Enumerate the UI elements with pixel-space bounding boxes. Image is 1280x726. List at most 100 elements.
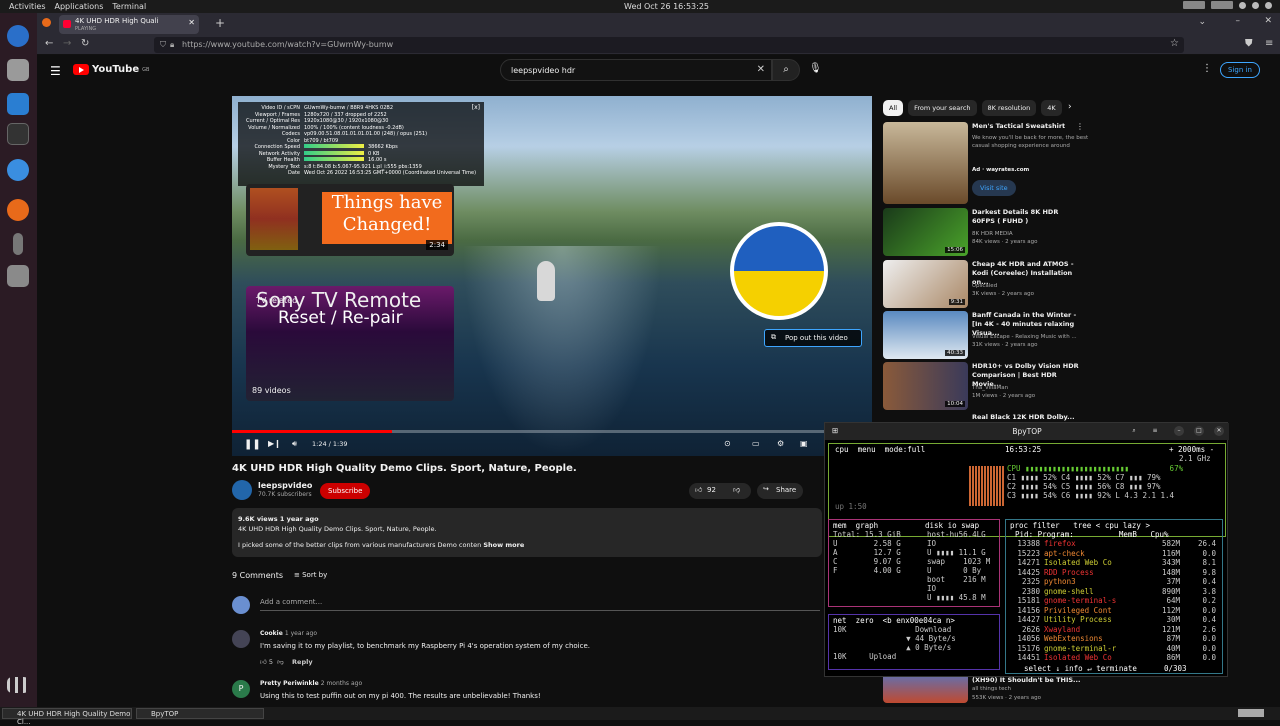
settings-gear-icon[interactable]: ⚙ <box>777 439 784 448</box>
back-icon[interactable]: ← <box>45 38 53 49</box>
bookmark-star-icon[interactable]: ☆ <box>1170 38 1179 49</box>
proc-row[interactable]: 14427 Utility Process 30M 0.4 <box>1006 615 1216 625</box>
usb-drive-icon[interactable] <box>13 233 23 255</box>
pocket-icon[interactable]: ⛊ <box>1245 38 1253 49</box>
rec-item[interactable]: 15:06 Darkest Details 8K HDR 60FPS ( FUH… <box>883 208 1243 256</box>
trash-icon[interactable] <box>7 265 29 287</box>
reply-button[interactable]: Reply <box>292 658 313 666</box>
proc-row[interactable]: 14451 Isolated Web Co 86M 0.0 <box>1006 653 1216 663</box>
rec-item[interactable]: 9:31 Cheap 4K HDR and ATMOS - Kodi (Core… <box>883 260 1243 308</box>
terminal-search-icon[interactable]: ⌕ <box>1129 426 1139 436</box>
app-menu-icon[interactable]: ≡ <box>1265 38 1273 49</box>
rec-item[interactable]: 40:33 Banff Canada in the Winter - [In 4… <box>883 311 1243 359</box>
end-card-video[interactable]: Things have Changed! 2:34 <box>246 184 454 256</box>
chip-4k[interactable]: 4K <box>1041 100 1062 116</box>
subtitles-icon[interactable]: ▭ <box>752 439 760 448</box>
proc-row[interactable]: 2380 gnome-shell 890M 3.8 <box>1006 587 1216 597</box>
next-icon[interactable]: ▶❙ <box>268 439 281 448</box>
clock[interactable]: Wed Oct 26 16:53:25 <box>624 2 709 11</box>
search-button[interactable]: ⌕ <box>772 59 800 81</box>
description-box[interactable]: 9.6K views 1 year ago 4K UHD HDR High Qu… <box>232 508 822 557</box>
terminal-minimize-icon[interactable]: – <box>1174 426 1184 436</box>
activities-button[interactable]: Activities <box>9 2 46 11</box>
comment-avatar[interactable] <box>232 630 250 648</box>
comment-like-icon[interactable]: 👍︎ <box>260 658 267 666</box>
firefox-icon[interactable] <box>7 199 29 221</box>
proc-row[interactable]: 2325 python3 37M 0.4 <box>1006 577 1216 587</box>
rec-item[interactable]: Real Black 12K HDR Dolby... <box>883 413 1243 421</box>
end-card-playlist[interactable]: Sony TV Remote Reset / Re-pair TV relate… <box>246 286 454 401</box>
close-tab-icon[interactable]: ✕ <box>188 19 195 27</box>
proc-row[interactable]: 14425 RDD Process 148M 9.8 <box>1006 568 1216 578</box>
url-bar[interactable]: ⛉ 🔒︎ https://www.youtube.com/watch?v=GUw… <box>154 37 1184 53</box>
new-tab-icon[interactable]: + <box>215 16 225 30</box>
files-icon[interactable] <box>7 59 29 81</box>
tab-youtube[interactable]: 4K UHD HDR High Quali PLAYING ✕ <box>59 15 199 34</box>
terminal-close-icon[interactable]: ✕ <box>1214 426 1224 436</box>
channel-avatar[interactable] <box>232 480 252 500</box>
comment-author[interactable]: Pretty Periwinkle 2 months ago <box>260 680 362 687</box>
subscribe-button[interactable]: Subscribe <box>320 483 371 499</box>
sign-in-button[interactable]: Sign in <box>1220 62 1260 78</box>
terminal-icon[interactable] <box>7 123 29 145</box>
thumbs-down-icon[interactable]: 👎︎ <box>733 485 740 494</box>
thunderbird-icon[interactable] <box>7 25 29 47</box>
proc-row[interactable]: 13388 firefox 582M 26.4 <box>1006 539 1216 549</box>
rec-item[interactable]: 10:04 HDR10+ vs Dolby Vision HDR Compari… <box>883 362 1243 410</box>
progress-bar[interactable] <box>232 430 872 433</box>
terminal-maximize-icon[interactable]: □ <box>1194 426 1204 436</box>
autoplay-toggle[interactable]: ⊙ <box>724 439 731 448</box>
proc-row[interactable]: 14056 WebExtensions 87M 0.0 <box>1006 634 1216 644</box>
chip-all[interactable]: All <box>883 100 904 116</box>
proc-row[interactable]: 15176 gnome-terminal-r 40M 0.0 <box>1006 644 1216 654</box>
show-apps-icon[interactable] <box>7 677 29 693</box>
share-button[interactable]: ↪ Share <box>757 483 803 499</box>
visit-site-button[interactable]: Visit site <box>972 180 1016 196</box>
search-input[interactable]: leepspvideo hdr ✕ <box>500 59 772 81</box>
proc-row[interactable]: 14271 Isolated Web Co 343M 8.1 <box>1006 558 1216 568</box>
mic-icon[interactable]: 🎙︎ <box>809 63 822 74</box>
comment-dislike-icon[interactable]: 👎︎ <box>277 658 284 666</box>
pop-out-button[interactable]: ⧉ Pop out this video <box>764 329 862 347</box>
workspace-switcher[interactable] <box>1238 709 1264 717</box>
video-player[interactable]: [x] Video ID / sCPN GUwmWy-bumw / B8R9 4HK… <box>232 96 872 456</box>
proc-row[interactable]: 15223 apt-check 116M 0.0 <box>1006 549 1216 559</box>
terminal-menu-icon[interactable]: ≡ <box>1150 426 1160 436</box>
applications-menu[interactable]: Applications <box>55 2 104 11</box>
chip-from-search[interactable]: From your search <box>908 100 977 116</box>
chevron-right-icon[interactable]: › <box>1068 102 1072 112</box>
clear-search-icon[interactable]: ✕ <box>757 64 765 75</box>
bpytop-window[interactable]: ⊞ BpyTOP ⌕ ≡ – □ ✕ cpu menu mode:full 16… <box>824 422 1229 677</box>
terminal-new-tab-icon[interactable]: ⊞ <box>832 426 838 435</box>
channel-watermark[interactable] <box>730 222 828 320</box>
chip-8k[interactable]: 8K resolution <box>981 100 1037 116</box>
miniplayer-icon[interactable]: ▣ <box>800 439 808 448</box>
taskbar-bpytop[interactable]: BpyTOP <box>136 708 264 719</box>
proc-row[interactable]: 2626 Xwayland 121M 2.6 <box>1006 625 1216 635</box>
ad-item[interactable]: Men's Tactical Sweatshirt We know you'll… <box>883 122 1243 204</box>
proc-row[interactable]: 15181 gnome-terminal-s 64M 0.2 <box>1006 596 1216 606</box>
add-comment[interactable]: Add a comment... <box>232 593 822 615</box>
comment-author[interactable]: Cookie 1 year ago <box>260 630 317 637</box>
terminal-menu[interactable]: Terminal <box>112 2 146 11</box>
channel-name[interactable]: leepspvideo <box>258 481 312 490</box>
chromium-icon[interactable] <box>7 159 29 181</box>
show-more-link[interactable]: Show more <box>483 541 524 549</box>
minimize-window-icon[interactable]: – <box>1236 16 1241 26</box>
proc-footer[interactable]: select ↓ info ↵ terminate 0/303 <box>1024 664 1187 674</box>
more-options-icon[interactable]: ⋮ <box>1076 122 1084 131</box>
writer-icon[interactable] <box>7 93 29 115</box>
like-button[interactable]: 👍︎ 92 👎︎ <box>689 483 751 499</box>
terminal-titlebar[interactable]: ⊞ BpyTOP ⌕ ≡ – □ ✕ <box>825 423 1229 440</box>
youtube-logo[interactable]: YouTube GB <box>73 64 149 75</box>
cpu-header[interactable]: cpu menu mode:full <box>835 445 925 455</box>
guide-menu-icon[interactable]: ☰ <box>50 64 61 78</box>
close-window-icon[interactable]: ✕ <box>1264 16 1272 26</box>
system-tray[interactable] <box>1183 1 1272 9</box>
tab-list-icon[interactable]: ⌄ <box>1198 17 1206 27</box>
forward-icon[interactable]: → <box>63 38 71 49</box>
firefox-menu-icon[interactable] <box>42 18 51 27</box>
sort-by-button[interactable]: ≡ Sort by <box>294 571 327 579</box>
comment-avatar[interactable]: P <box>232 680 250 698</box>
proc-row[interactable]: 14156 Privileged Cont 112M 0.0 <box>1006 606 1216 616</box>
